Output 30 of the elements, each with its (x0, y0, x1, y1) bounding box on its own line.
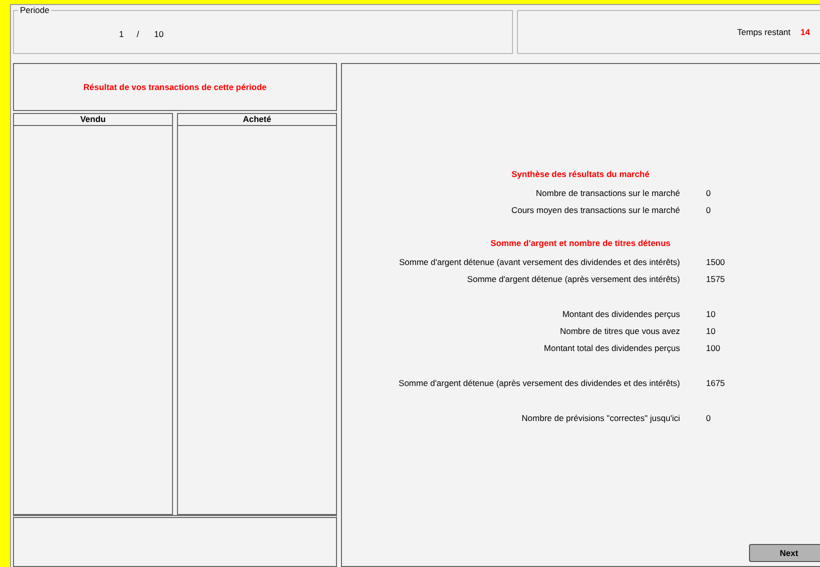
stat-label: Montant total des dividendes perçus (544, 343, 680, 354)
period-separator: / (136, 28, 140, 41)
stat-value: 100 (706, 343, 720, 354)
stat-label: Somme d'argent détenue (après versement des dividendes et des intérêts) (398, 378, 680, 388)
stat-label: Cours moyen des transactions sur le marché (511, 205, 680, 216)
stat-value: 0 (706, 188, 711, 198)
stat-value: 0 (706, 413, 711, 424)
period-total: 10 (154, 28, 164, 41)
period-current: 1 (119, 28, 124, 41)
next-button[interactable]: Next (749, 544, 820, 562)
section-title: Synthèse des résultats du marché (512, 169, 650, 179)
transactions-title: Résultat de vos transactions de cette période (83, 80, 267, 94)
column-header: Acheté (178, 114, 336, 126)
stat-label: Somme d'argent détenue (après versement des intérêts) (467, 274, 680, 284)
section-title: Somme d'argent et nombre de titres détenus (490, 238, 671, 248)
stat-value: 10 (706, 309, 716, 320)
stat-value: 10 (706, 326, 716, 336)
stat-label: Nombre de titres que vous avez (560, 326, 680, 336)
stat-label: Nombre de transactions sur le marché (536, 188, 680, 198)
stat-value: 1500 (706, 257, 725, 268)
stat-label: Nombre de prévisions "correctes" jusqu'ici (522, 413, 680, 424)
period-legend: Periode (18, 5, 52, 15)
stat-label: Montant des dividendes perçus (562, 309, 680, 320)
stat-value: 0 (706, 205, 711, 216)
stat-label: Somme d'argent détenue (avant versement des dividendes et des intérêts) (399, 257, 680, 268)
stat-value: 1675 (706, 378, 725, 388)
timer-label: Temps restant (737, 26, 791, 38)
column-header: Vendu (14, 114, 172, 126)
stat-value: 1575 (706, 274, 725, 284)
timer-value: 14 (800, 26, 810, 38)
